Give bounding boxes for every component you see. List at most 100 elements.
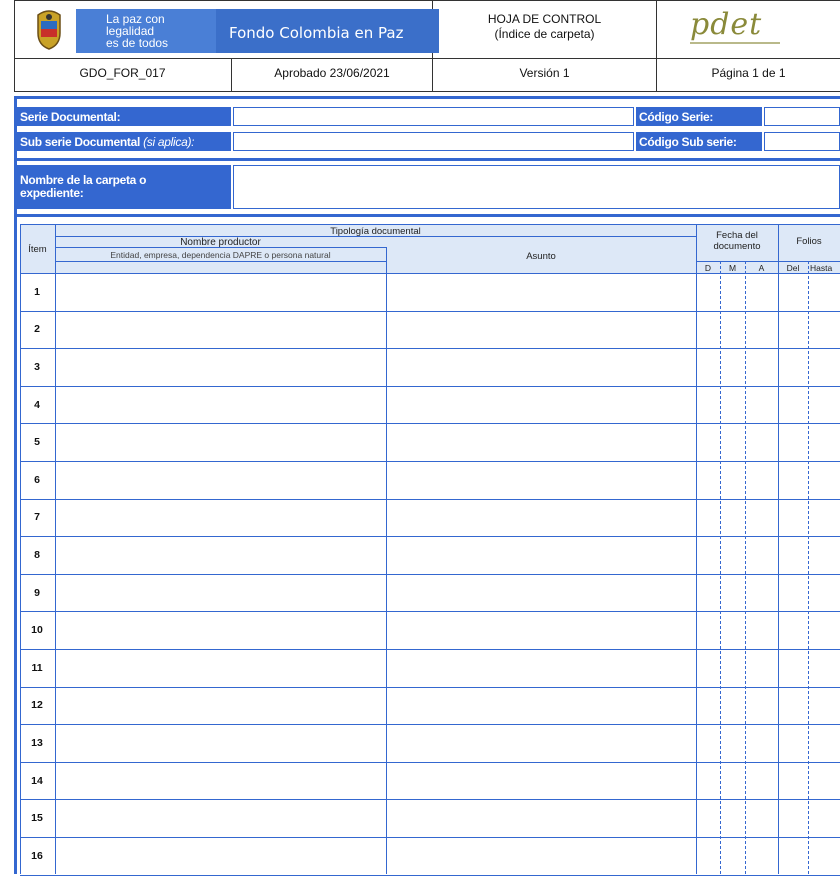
month-cell[interactable] <box>721 688 745 724</box>
day-cell[interactable] <box>697 725 720 761</box>
codigo-subserie-field[interactable] <box>764 132 840 151</box>
subserie-field[interactable] <box>233 132 634 151</box>
month-cell[interactable] <box>721 274 745 310</box>
asunto-cell[interactable] <box>387 387 696 423</box>
asunto-cell[interactable] <box>387 349 696 385</box>
folio-del-cell[interactable] <box>779 688 808 724</box>
year-cell[interactable] <box>746 387 778 423</box>
month-cell[interactable] <box>721 312 745 348</box>
folio-hasta-cell[interactable] <box>809 462 840 498</box>
month-cell[interactable] <box>721 838 745 874</box>
folio-hasta-cell[interactable] <box>809 725 840 761</box>
month-cell[interactable] <box>721 725 745 761</box>
folio-hasta-cell[interactable] <box>809 575 840 611</box>
day-cell[interactable] <box>697 688 720 724</box>
year-cell[interactable] <box>746 688 778 724</box>
carpeta-field[interactable] <box>233 165 840 209</box>
productor-cell[interactable] <box>56 612 386 648</box>
productor-cell[interactable] <box>56 500 386 536</box>
folio-hasta-cell[interactable] <box>809 349 840 385</box>
asunto-cell[interactable] <box>387 688 696 724</box>
folio-del-cell[interactable] <box>779 462 808 498</box>
day-cell[interactable] <box>697 500 720 536</box>
productor-cell[interactable] <box>56 800 386 836</box>
folio-del-cell[interactable] <box>779 612 808 648</box>
day-cell[interactable] <box>697 462 720 498</box>
day-cell[interactable] <box>697 424 720 460</box>
asunto-cell[interactable] <box>387 575 696 611</box>
day-cell[interactable] <box>697 650 720 686</box>
folio-del-cell[interactable] <box>779 274 808 310</box>
year-cell[interactable] <box>746 838 778 874</box>
serie-field[interactable] <box>233 107 634 126</box>
folio-del-cell[interactable] <box>779 838 808 874</box>
day-cell[interactable] <box>697 274 720 310</box>
folio-del-cell[interactable] <box>779 312 808 348</box>
folio-del-cell[interactable] <box>779 349 808 385</box>
folio-hasta-cell[interactable] <box>809 387 840 423</box>
year-cell[interactable] <box>746 424 778 460</box>
asunto-cell[interactable] <box>387 838 696 874</box>
day-cell[interactable] <box>697 387 720 423</box>
folio-hasta-cell[interactable] <box>809 612 840 648</box>
day-cell[interactable] <box>697 612 720 648</box>
year-cell[interactable] <box>746 274 778 310</box>
folio-hasta-cell[interactable] <box>809 688 840 724</box>
month-cell[interactable] <box>721 650 745 686</box>
asunto-cell[interactable] <box>387 537 696 573</box>
folio-hasta-cell[interactable] <box>809 650 840 686</box>
folio-del-cell[interactable] <box>779 800 808 836</box>
productor-cell[interactable] <box>56 424 386 460</box>
asunto-cell[interactable] <box>387 725 696 761</box>
year-cell[interactable] <box>746 763 778 799</box>
month-cell[interactable] <box>721 575 745 611</box>
day-cell[interactable] <box>697 838 720 874</box>
productor-cell[interactable] <box>56 575 386 611</box>
folio-del-cell[interactable] <box>779 575 808 611</box>
asunto-cell[interactable] <box>387 650 696 686</box>
folio-hasta-cell[interactable] <box>809 274 840 310</box>
year-cell[interactable] <box>746 537 778 573</box>
folio-del-cell[interactable] <box>779 650 808 686</box>
folio-del-cell[interactable] <box>779 424 808 460</box>
productor-cell[interactable] <box>56 537 386 573</box>
folio-del-cell[interactable] <box>779 387 808 423</box>
month-cell[interactable] <box>721 349 745 385</box>
asunto-cell[interactable] <box>387 424 696 460</box>
folio-hasta-cell[interactable] <box>809 424 840 460</box>
productor-cell[interactable] <box>56 312 386 348</box>
folio-hasta-cell[interactable] <box>809 838 840 874</box>
day-cell[interactable] <box>697 537 720 573</box>
year-cell[interactable] <box>746 650 778 686</box>
year-cell[interactable] <box>746 612 778 648</box>
folio-hasta-cell[interactable] <box>809 500 840 536</box>
folio-del-cell[interactable] <box>779 725 808 761</box>
year-cell[interactable] <box>746 725 778 761</box>
month-cell[interactable] <box>721 763 745 799</box>
month-cell[interactable] <box>721 387 745 423</box>
month-cell[interactable] <box>721 462 745 498</box>
day-cell[interactable] <box>697 312 720 348</box>
asunto-cell[interactable] <box>387 612 696 648</box>
month-cell[interactable] <box>721 800 745 836</box>
day-cell[interactable] <box>697 763 720 799</box>
codigo-serie-field[interactable] <box>764 107 840 126</box>
month-cell[interactable] <box>721 612 745 648</box>
asunto-cell[interactable] <box>387 312 696 348</box>
productor-cell[interactable] <box>56 349 386 385</box>
productor-cell[interactable] <box>56 274 386 310</box>
day-cell[interactable] <box>697 349 720 385</box>
year-cell[interactable] <box>746 462 778 498</box>
folio-hasta-cell[interactable] <box>809 537 840 573</box>
asunto-cell[interactable] <box>387 500 696 536</box>
day-cell[interactable] <box>697 575 720 611</box>
year-cell[interactable] <box>746 800 778 836</box>
productor-cell[interactable] <box>56 763 386 799</box>
year-cell[interactable] <box>746 349 778 385</box>
folio-del-cell[interactable] <box>779 763 808 799</box>
folio-hasta-cell[interactable] <box>809 312 840 348</box>
year-cell[interactable] <box>746 500 778 536</box>
year-cell[interactable] <box>746 575 778 611</box>
month-cell[interactable] <box>721 500 745 536</box>
asunto-cell[interactable] <box>387 274 696 310</box>
